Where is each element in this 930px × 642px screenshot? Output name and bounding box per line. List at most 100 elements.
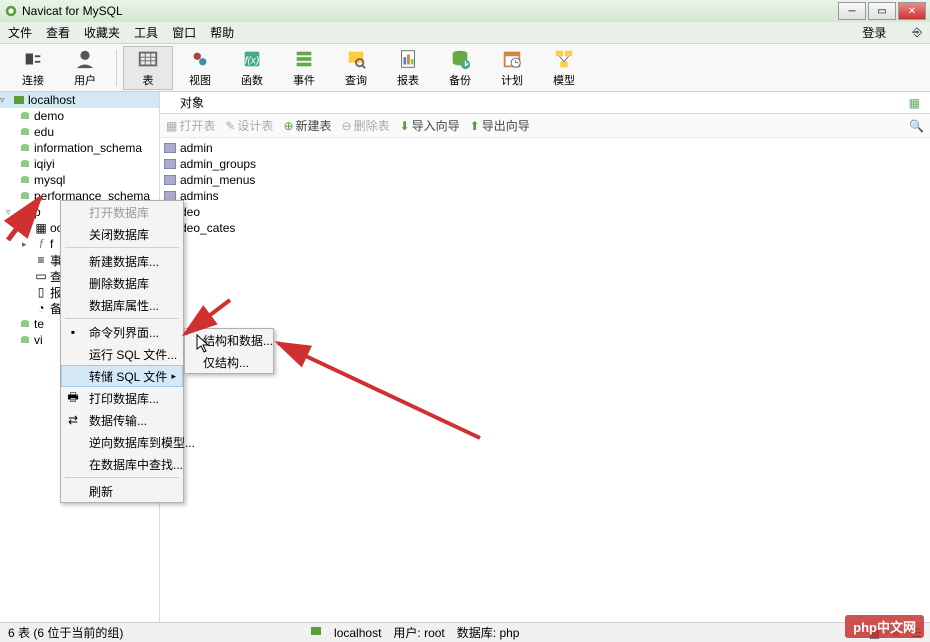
minimize-button[interactable]: ─: [838, 2, 866, 20]
tool-query[interactable]: 查询: [331, 46, 381, 90]
menu-separator: [65, 477, 179, 478]
tree-host[interactable]: ▿ localhost: [0, 92, 159, 108]
action-delete[interactable]: ⊖ 删除表: [342, 117, 390, 134]
database-icon: [19, 174, 31, 186]
table-row[interactable]: deo: [160, 204, 930, 220]
table-icon: [164, 175, 176, 185]
search-icon[interactable]: 🔍: [909, 119, 924, 133]
mouse-cursor-icon: [196, 334, 212, 357]
status-db: 数据库: php: [457, 624, 520, 641]
tree-db[interactable]: mysql: [0, 172, 159, 188]
schedule-icon: [501, 48, 523, 70]
window-controls: ─ ▭ ✕: [836, 2, 926, 20]
tool-user[interactable]: 用户: [60, 46, 110, 90]
query-icon: [345, 48, 367, 70]
menu-separator: [65, 247, 179, 248]
database-icon: [19, 142, 31, 154]
action-export[interactable]: ⬆ 导出向导: [470, 117, 530, 134]
tree-db[interactable]: iqiyi: [0, 156, 159, 172]
menu-open-db[interactable]: 打开数据库: [61, 201, 183, 223]
menu-reverse[interactable]: 逆向数据库到模型...: [61, 431, 183, 453]
tool-report[interactable]: 报表: [383, 46, 433, 90]
menubar: 文件 查看 收藏夹 工具 窗口 帮助 登录 ⎆: [0, 22, 930, 44]
tool-backup[interactable]: 备份: [435, 46, 485, 90]
plug-icon: [22, 48, 44, 70]
tool-view[interactable]: 视图: [175, 46, 225, 90]
backup-icon: [449, 48, 471, 70]
menu-close-db[interactable]: 关闭数据库: [61, 223, 183, 245]
action-open[interactable]: ▦ 打开表: [166, 117, 215, 134]
query-group-icon: ▭: [35, 270, 47, 282]
tool-event[interactable]: 事件: [279, 46, 329, 90]
tool-table[interactable]: 表: [123, 46, 173, 90]
menu-transfer[interactable]: ⇄数据传输...: [61, 409, 183, 431]
menu-print-db[interactable]: 🖶打印数据库...: [61, 387, 183, 409]
menu-file[interactable]: 文件: [8, 24, 32, 41]
event-group-icon: ≡: [35, 254, 47, 266]
report-icon: [397, 48, 419, 70]
menu-cli[interactable]: ▪命令列界面...: [61, 321, 183, 343]
maximize-button[interactable]: ▭: [868, 2, 896, 20]
view-mode-icon[interactable]: ▦: [909, 96, 926, 110]
tool-model[interactable]: 模型: [539, 46, 589, 90]
database-icon: [19, 334, 31, 346]
action-bar: ▦ 打开表 ✎ 设计表 ⊕ 新建表 ⊖ 删除表 ⬇ 导入向导 ⬆ 导出向导 🔍: [160, 114, 930, 138]
action-import[interactable]: ⬇ 导入向导: [400, 117, 460, 134]
menu-tools[interactable]: 工具: [134, 24, 158, 41]
statusbar: 6 表 (6 位于当前的组) localhost 用户: root 数据库: p…: [0, 622, 930, 642]
menu-help[interactable]: 帮助: [210, 24, 234, 41]
tool-function[interactable]: f(x)函数: [227, 46, 277, 90]
login-icon[interactable]: ⎆: [912, 25, 922, 40]
database-icon: [19, 158, 31, 170]
action-design[interactable]: ✎ 设计表: [225, 117, 273, 134]
menu-delete-db[interactable]: 删除数据库: [61, 272, 183, 294]
status-user: 用户: root: [393, 624, 444, 641]
tree-db[interactable]: edu: [0, 124, 159, 140]
app-icon: [4, 4, 18, 18]
menu-favorites[interactable]: 收藏夹: [84, 24, 120, 41]
database-icon: [19, 190, 31, 202]
login-link[interactable]: 登录: [862, 24, 886, 41]
close-button[interactable]: ✕: [898, 2, 926, 20]
table-row[interactable]: admin_menus: [160, 172, 930, 188]
expand-icon[interactable]: ▿: [0, 95, 10, 105]
table-icon: [164, 159, 176, 169]
table-row[interactable]: deo_cates: [160, 220, 930, 236]
database-icon: [19, 126, 31, 138]
server-icon: [13, 94, 25, 106]
menu-find[interactable]: 在数据库中查找...: [61, 453, 183, 475]
menu-refresh[interactable]: 刷新: [61, 480, 183, 502]
database-icon: [19, 110, 31, 122]
report-group-icon: ▯: [35, 286, 47, 298]
expand-icon[interactable]: ▸: [22, 223, 32, 233]
user-icon: [74, 48, 96, 70]
menu-window[interactable]: 窗口: [172, 24, 196, 41]
titlebar: Navicat for MySQL ─ ▭ ✕: [0, 0, 930, 22]
table-row[interactable]: admins: [160, 188, 930, 204]
tree-db[interactable]: demo: [0, 108, 159, 124]
tree-db[interactable]: information_schema: [0, 140, 159, 156]
tab-bar: 对象 ▦: [160, 92, 930, 114]
view-icon: [189, 48, 211, 70]
menu-db-props[interactable]: 数据库属性...: [61, 294, 183, 316]
menu-view[interactable]: 查看: [46, 24, 70, 41]
tool-schedule[interactable]: 计划: [487, 46, 537, 90]
title-text: Navicat for MySQL: [22, 4, 836, 18]
print-icon: 🖶: [65, 390, 81, 406]
expand-icon[interactable]: ▸: [22, 239, 32, 249]
host-label: localhost: [28, 93, 75, 107]
menu-new-db[interactable]: 新建数据库...: [61, 250, 183, 272]
menu-dump-sql[interactable]: 转储 SQL 文件▸: [61, 365, 183, 387]
tab-objects[interactable]: 对象: [164, 92, 220, 113]
tool-connection[interactable]: 连接: [8, 46, 58, 90]
chevron-right-icon: ▸: [171, 371, 176, 382]
table-row[interactable]: admin_groups: [160, 156, 930, 172]
table-row[interactable]: admin: [160, 140, 930, 156]
fx-icon: f(x): [241, 48, 263, 70]
transfer-icon: ⇄: [65, 412, 81, 428]
menu-run-sql[interactable]: 运行 SQL 文件...: [61, 343, 183, 365]
table-icon: [137, 48, 159, 70]
expand-icon[interactable]: ▿: [6, 207, 16, 217]
action-new[interactable]: ⊕ 新建表: [283, 117, 331, 134]
table-list: admin admin_groups admin_menus admins de…: [160, 138, 930, 622]
